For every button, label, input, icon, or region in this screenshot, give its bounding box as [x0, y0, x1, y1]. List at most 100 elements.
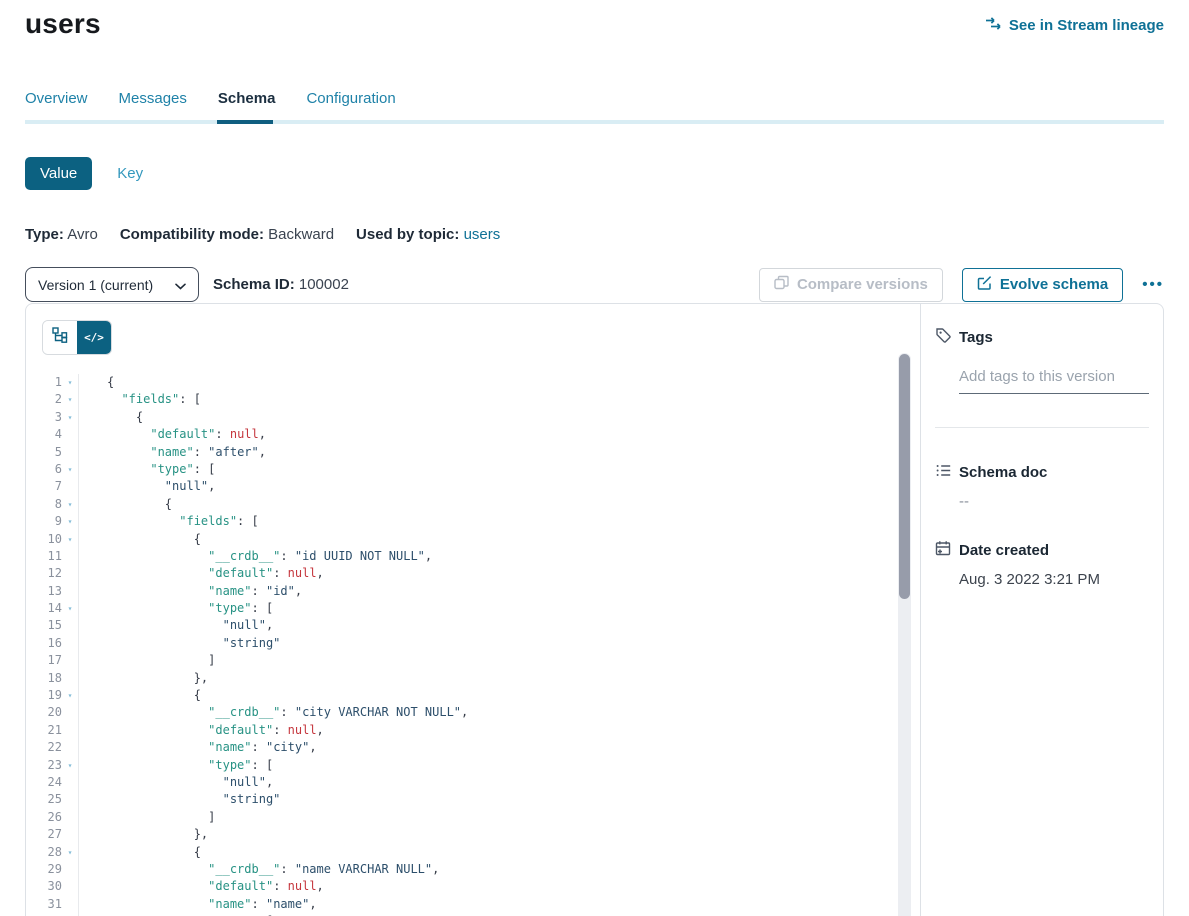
compatibility-label: Compatibility mode: [120, 226, 264, 243]
list-icon [935, 462, 952, 483]
code-line: 27 }, [26, 826, 920, 843]
schema-page: users See in Stream lineage Overview Mes… [0, 0, 1189, 916]
collapse-arrow-placeholder [62, 478, 78, 495]
collapse-arrow-icon[interactable]: ▾ [62, 496, 78, 513]
key-toggle-link[interactable]: Key [117, 165, 143, 182]
tree-view-button[interactable] [43, 321, 77, 354]
line-number: 24 [26, 774, 62, 791]
code-line: 6▾ "type": [ [26, 461, 920, 478]
collapse-arrow-icon[interactable]: ▾ [62, 600, 78, 617]
collapse-arrow-placeholder [62, 739, 78, 756]
code-line: 22 "name": "city", [26, 739, 920, 756]
code-line: 10▾ { [26, 531, 920, 548]
line-number: 16 [26, 635, 62, 652]
tab-underline-track [25, 120, 1164, 124]
tag-icon [935, 327, 952, 348]
collapse-arrow-icon[interactable]: ▾ [62, 513, 78, 530]
collapse-arrow-icon[interactable]: ▾ [62, 374, 78, 391]
sidebar-divider [935, 427, 1149, 428]
tab-active-underline [217, 120, 273, 124]
topic-link[interactable]: users [464, 226, 501, 243]
type-meta: Type: Avro [25, 226, 98, 243]
code-scrollbar-track[interactable] [898, 353, 911, 916]
collapse-arrow-placeholder [62, 791, 78, 808]
date-created-value: Aug. 3 2022 3:21 PM [959, 571, 1149, 588]
schema-doc-section-header: Schema doc [935, 462, 1149, 483]
code-line: 24 "null", [26, 774, 920, 791]
code-line-content: { [78, 687, 201, 704]
value-toggle-button[interactable]: Value [25, 157, 92, 190]
code-line-content: "default": null, [78, 565, 324, 582]
collapse-arrow-placeholder [62, 704, 78, 721]
schema-actions: Compare versions Evolve schema ••• [759, 268, 1164, 302]
tab-schema[interactable]: Schema [218, 90, 276, 120]
collapse-arrow-icon[interactable]: ▾ [62, 461, 78, 478]
code-line: 19▾ { [26, 687, 920, 704]
code-line-content: }, [78, 826, 208, 843]
code-line: 26 ] [26, 809, 920, 826]
tab-messages[interactable]: Messages [119, 90, 187, 120]
code-line: 7 "null", [26, 478, 920, 495]
collapse-arrow-icon[interactable]: ▾ [62, 531, 78, 548]
code-line-content: "__crdb__": "name VARCHAR NULL", [78, 861, 439, 878]
line-number: 25 [26, 791, 62, 808]
chevron-down-icon [175, 277, 186, 293]
code-line-content: "name": "city", [78, 739, 317, 756]
code-line-content: "fields": [ [78, 391, 201, 408]
collapse-arrow-icon[interactable]: ▾ [62, 687, 78, 704]
line-number: 18 [26, 670, 62, 687]
code-line-content: "name": "after", [78, 444, 266, 461]
line-number: 11 [26, 548, 62, 565]
tab-overview[interactable]: Overview [25, 90, 88, 120]
collapse-arrow-placeholder [62, 896, 78, 913]
schema-detail-panel: </> 1▾{2▾ "fields": [3▾ {4 "default": nu… [25, 303, 1164, 916]
line-number: 29 [26, 861, 62, 878]
schema-id: Schema ID: 100002 [213, 276, 349, 293]
type-label: Type: [25, 226, 64, 243]
evolve-schema-button[interactable]: Evolve schema [962, 268, 1123, 302]
code-view-icon: </> [84, 331, 104, 344]
add-tags-input[interactable] [959, 364, 1149, 394]
version-select[interactable]: Version 1 (current) [25, 267, 199, 302]
code-line: 18 }, [26, 670, 920, 687]
tab-configuration[interactable]: Configuration [306, 90, 395, 120]
see-in-stream-lineage-link[interactable]: See in Stream lineage [985, 16, 1164, 35]
code-line: 29 "__crdb__": "name VARCHAR NULL", [26, 861, 920, 878]
code-line: 9▾ "fields": [ [26, 513, 920, 530]
code-view-button[interactable]: </> [77, 321, 111, 354]
collapse-arrow-icon[interactable]: ▾ [62, 757, 78, 774]
version-select-value: Version 1 (current) [38, 277, 153, 293]
schema-meta-row: Type: Avro Compatibility mode: Backward … [25, 226, 1164, 243]
line-number: 3 [26, 409, 62, 426]
code-line: 23▾ "type": [ [26, 757, 920, 774]
collapse-arrow-icon[interactable]: ▾ [62, 391, 78, 408]
line-number: 6 [26, 461, 62, 478]
collapse-arrow-placeholder [62, 774, 78, 791]
line-number: 14 [26, 600, 62, 617]
collapse-arrow-icon[interactable]: ▾ [62, 844, 78, 861]
collapse-arrow-icon[interactable]: ▾ [62, 409, 78, 426]
line-number: 7 [26, 478, 62, 495]
code-line-content: }, [78, 670, 208, 687]
code-line-content: { [78, 409, 143, 426]
collapse-arrow-placeholder [62, 635, 78, 652]
tab-bar: Overview Messages Schema Configuration [25, 90, 1164, 120]
code-scrollbar-thumb[interactable] [899, 354, 910, 599]
compare-versions-icon [774, 275, 789, 294]
compatibility-meta: Compatibility mode: Backward [120, 226, 334, 243]
line-number: 10 [26, 531, 62, 548]
schema-id-value: 100002 [299, 276, 349, 293]
line-number: 5 [26, 444, 62, 461]
evolve-schema-label: Evolve schema [1000, 276, 1108, 293]
value-key-toggle: Value Key [25, 157, 1164, 190]
schema-doc-value: -- [959, 493, 1149, 510]
code-line: 17 ] [26, 652, 920, 669]
date-created-title: Date created [959, 542, 1049, 559]
code-line-content: "string" [78, 635, 280, 652]
code-line-content: { [78, 844, 201, 861]
page-header: users See in Stream lineage [25, 0, 1164, 40]
compare-versions-button[interactable]: Compare versions [759, 268, 943, 302]
code-line: 1▾{ [26, 374, 920, 391]
code-line: 20 "__crdb__": "city VARCHAR NOT NULL", [26, 704, 920, 721]
more-options-button[interactable]: ••• [1142, 276, 1164, 293]
